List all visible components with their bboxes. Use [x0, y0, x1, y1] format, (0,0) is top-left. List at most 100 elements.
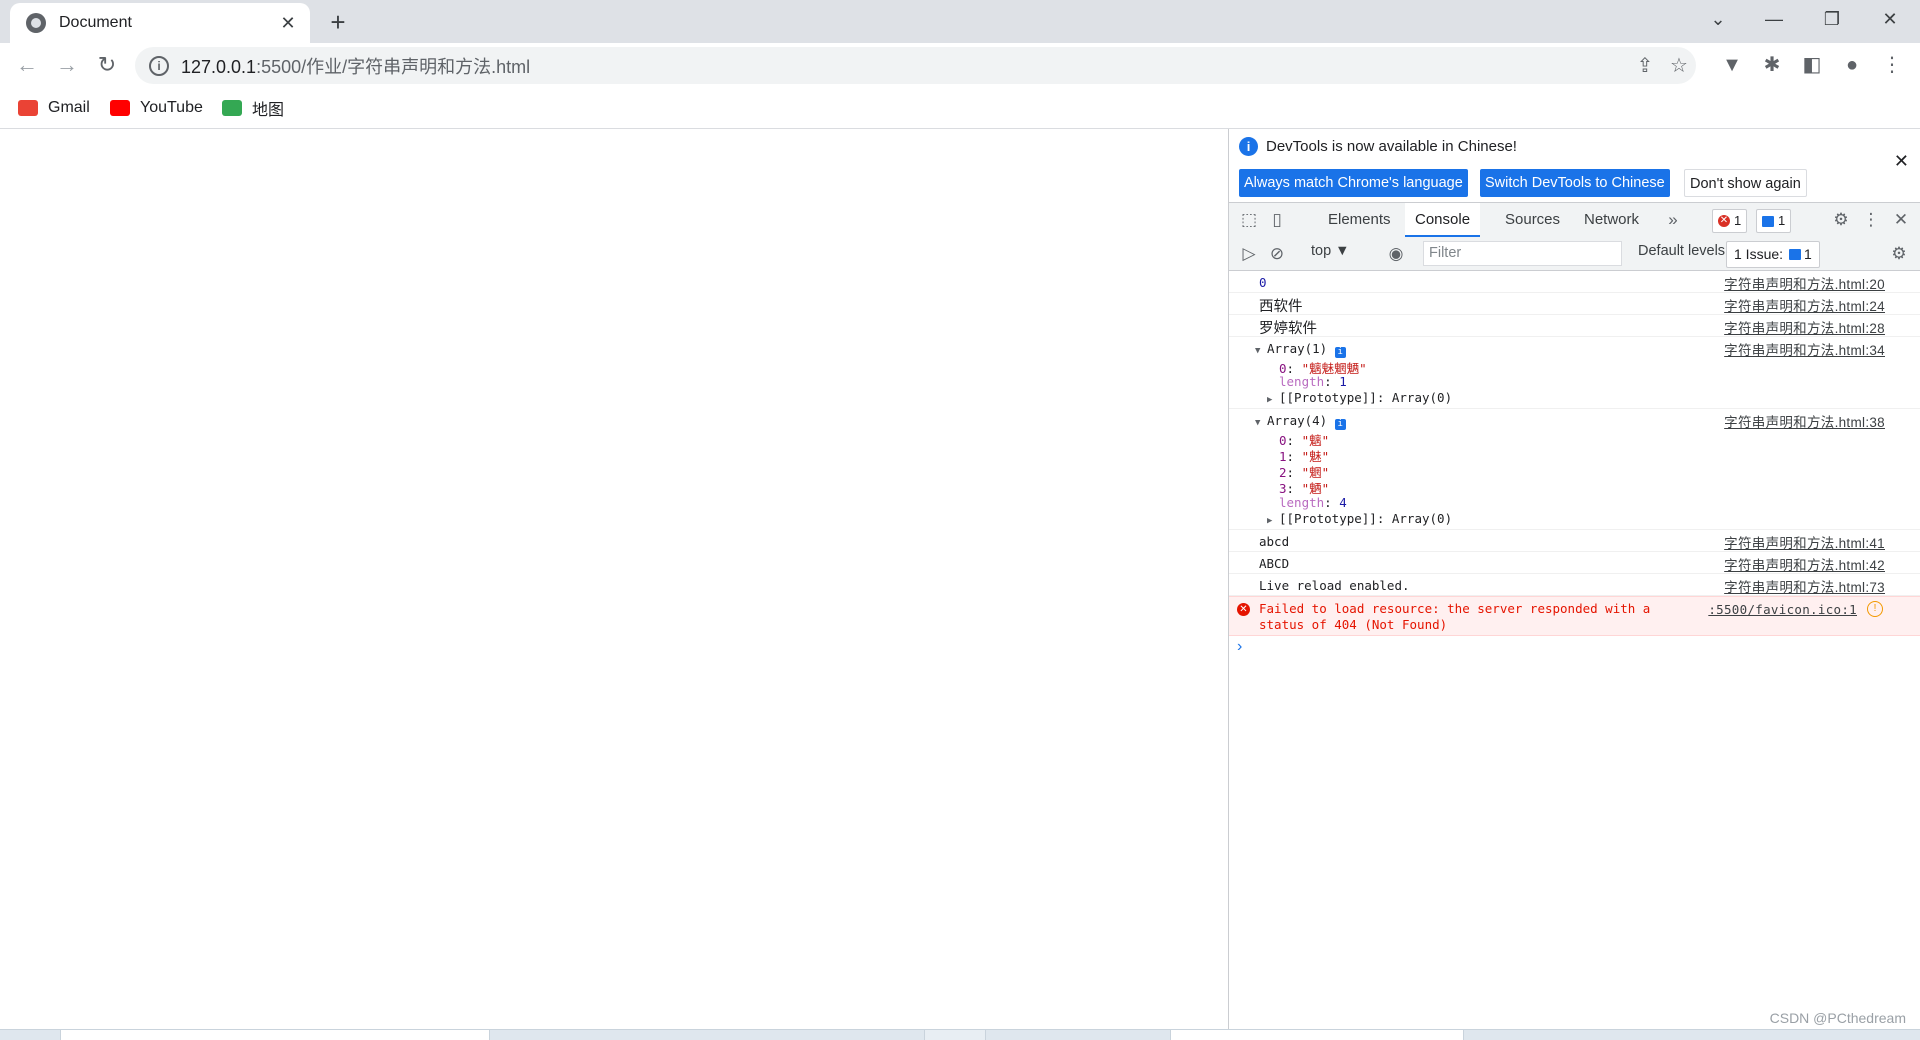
url-host: 127.0.0.1: [181, 56, 257, 77]
tab-document[interactable]: Document ✕: [10, 3, 310, 43]
extension-icon[interactable]: ▼: [1716, 49, 1748, 81]
error-icon: ✕: [1237, 603, 1250, 616]
filter-input[interactable]: Filter: [1423, 241, 1622, 266]
log-source-link[interactable]: 字符串声明和方法.html:42: [1724, 554, 1885, 574]
length-value: 1: [1339, 374, 1347, 389]
array-length: length: 4: [1279, 495, 1347, 510]
tab-console[interactable]: Console: [1405, 203, 1481, 237]
window-close-button[interactable]: ✕: [1862, 0, 1918, 40]
youtube-icon: [110, 100, 130, 116]
bookmark-maps[interactable]: 地图: [222, 96, 284, 120]
log-value: 罗婷软件: [1259, 321, 1317, 337]
more-tabs-icon[interactable]: »: [1661, 208, 1685, 232]
log-source-link[interactable]: 字符串声明和方法.html:34: [1724, 339, 1885, 359]
devtools-settings-icon[interactable]: ⚙: [1829, 208, 1853, 232]
error-message-line1: Failed to load resource: the server resp…: [1259, 601, 1651, 616]
tab-elements[interactable]: Elements: [1318, 203, 1401, 237]
bookmark-youtube[interactable]: YouTube: [110, 96, 203, 120]
message-icon: [1762, 215, 1774, 227]
globe-icon: [26, 13, 46, 33]
tab-close-icon[interactable]: ✕: [278, 13, 298, 34]
entry-key: 3: [1279, 481, 1287, 496]
error-count-badge[interactable]: ✕ 1: [1712, 209, 1748, 233]
log-source-link[interactable]: 字符串声明和方法.html:38: [1724, 411, 1885, 431]
log-row-array1: ▼ Array(1) i 字符串声明和方法.html:34 0: "魑魅魍魉" l…: [1229, 337, 1920, 409]
tab-strip: Document ✕ + ⌄ — ❐ ✕: [0, 0, 1920, 43]
devtools-close-icon[interactable]: ✕: [1889, 208, 1913, 232]
forward-button[interactable]: →: [51, 49, 83, 81]
devtools-menu-icon[interactable]: ⋮: [1859, 208, 1883, 232]
log-row: 罗婷软件 字符串声明和方法.html:28: [1229, 315, 1920, 337]
console-settings-icon[interactable]: ⚙: [1887, 242, 1911, 266]
issues-button[interactable]: 1 Issue: 1: [1726, 241, 1820, 268]
log-value: 0: [1259, 275, 1267, 290]
live-expression-eye-icon[interactable]: ◉: [1384, 242, 1408, 266]
bookmark-gmail[interactable]: Gmail: [18, 96, 90, 120]
bookmark-label: Gmail: [48, 99, 90, 116]
devtools-panel: i DevTools is now available in Chinese! …: [1228, 129, 1920, 1029]
log-row: ABCD 字符串声明和方法.html:42: [1229, 552, 1920, 574]
infobar-message: i DevTools is now available in Chinese!: [1239, 137, 1517, 156]
message-count: 1: [1778, 213, 1786, 228]
array-head: Array(4): [1267, 413, 1328, 428]
show-sidebar-icon[interactable]: ▷: [1237, 242, 1261, 266]
context-selector[interactable]: top ▼: [1311, 243, 1350, 259]
array-expand-toggle[interactable]: ▼ Array(4) i: [1255, 413, 1346, 430]
log-row: Live reload enabled. 字符串声明和方法.html:73: [1229, 574, 1920, 596]
prompt-chevron-icon: ›: [1237, 638, 1243, 655]
dont-show-again-button[interactable]: Don't show again: [1684, 169, 1807, 197]
tab-sources[interactable]: Sources: [1495, 203, 1570, 237]
array-length: length: 1: [1279, 374, 1347, 389]
profile-avatar-icon[interactable]: ●: [1836, 49, 1868, 81]
bookmarks-bar: Gmail YouTube 地图: [0, 88, 1920, 129]
site-info-icon[interactable]: i: [149, 55, 169, 76]
log-source-link[interactable]: 字符串声明和方法.html:41: [1724, 532, 1885, 552]
bookmark-star-icon[interactable]: ☆: [1662, 53, 1696, 78]
array-head: Array(1): [1267, 341, 1328, 356]
gmail-icon: [18, 100, 38, 116]
log-source-link[interactable]: 字符串声明和方法.html:20: [1724, 273, 1885, 293]
issue-icon: [1789, 249, 1802, 260]
message-count-badge[interactable]: 1: [1756, 209, 1792, 233]
clear-console-icon[interactable]: ⊘: [1265, 242, 1289, 266]
array-expand-toggle[interactable]: ▼ Array(1) i: [1255, 341, 1346, 358]
prototype-toggle[interactable]: ▶ [[Prototype]]: Array(0): [1267, 511, 1452, 526]
log-source-link[interactable]: 字符串声明和方法.html:24: [1724, 295, 1885, 315]
insights-bulb-icon[interactable]: !: [1867, 601, 1883, 617]
log-value: 西软件: [1259, 299, 1303, 315]
log-source-link[interactable]: 字符串声明和方法.html:73: [1724, 576, 1885, 596]
infobar-text: DevTools is now available in Chinese!: [1266, 138, 1517, 155]
error-source-link[interactable]: :5500/favicon.ico:1: [1708, 602, 1857, 617]
chrome-menu-icon[interactable]: ⋮: [1876, 49, 1908, 81]
url-text[interactable]: 127.0.0.1:5500/作业/字符串声明和方法.html: [181, 53, 1628, 79]
console-prompt-row[interactable]: ›: [1229, 636, 1920, 660]
log-row: abcd 字符串声明和方法.html:41: [1229, 530, 1920, 552]
address-bar[interactable]: i 127.0.0.1:5500/作业/字符串声明和方法.html ⇪ ☆: [135, 47, 1696, 84]
maps-icon: [222, 100, 242, 116]
infobar-close-icon[interactable]: ✕: [1894, 151, 1909, 172]
share-icon[interactable]: ⇪: [1628, 53, 1662, 78]
tab-search-icon[interactable]: ⌄: [1690, 0, 1746, 40]
restore-button[interactable]: ❐: [1804, 0, 1860, 40]
always-match-language-button[interactable]: Always match Chrome's language: [1239, 169, 1468, 197]
log-source-link[interactable]: 字符串声明和方法.html:28: [1724, 317, 1885, 337]
minimize-button[interactable]: —: [1746, 0, 1802, 40]
info-badge-icon: i: [1334, 347, 1346, 358]
tab-title: Document: [59, 14, 132, 31]
inspect-element-icon[interactable]: ⬚: [1237, 208, 1261, 232]
console-toolbar: ▷ ⊘ top ▼ ◉ Filter Default levels ▼ 1 Is…: [1229, 237, 1920, 271]
reload-button[interactable]: ↻: [91, 49, 123, 81]
side-panel-icon[interactable]: ◧: [1796, 49, 1828, 81]
taskbar-strip: [0, 1029, 1920, 1040]
device-toolbar-icon[interactable]: ▯: [1265, 208, 1289, 232]
log-value: Live reload enabled.: [1259, 578, 1410, 593]
new-tab-button[interactable]: +: [322, 6, 354, 38]
bookmark-label: 地图: [252, 102, 285, 119]
switch-to-chinese-button[interactable]: Switch DevTools to Chinese: [1480, 169, 1670, 197]
extensions-puzzle-icon[interactable]: ✱: [1756, 49, 1788, 81]
tab-network[interactable]: Network: [1574, 203, 1649, 237]
issues-count: 1: [1804, 246, 1812, 262]
prototype-toggle[interactable]: ▶ [[Prototype]]: Array(0): [1267, 390, 1452, 405]
error-message-line2: status of 404 (Not Found): [1259, 617, 1448, 632]
back-button[interactable]: ←: [11, 49, 43, 81]
